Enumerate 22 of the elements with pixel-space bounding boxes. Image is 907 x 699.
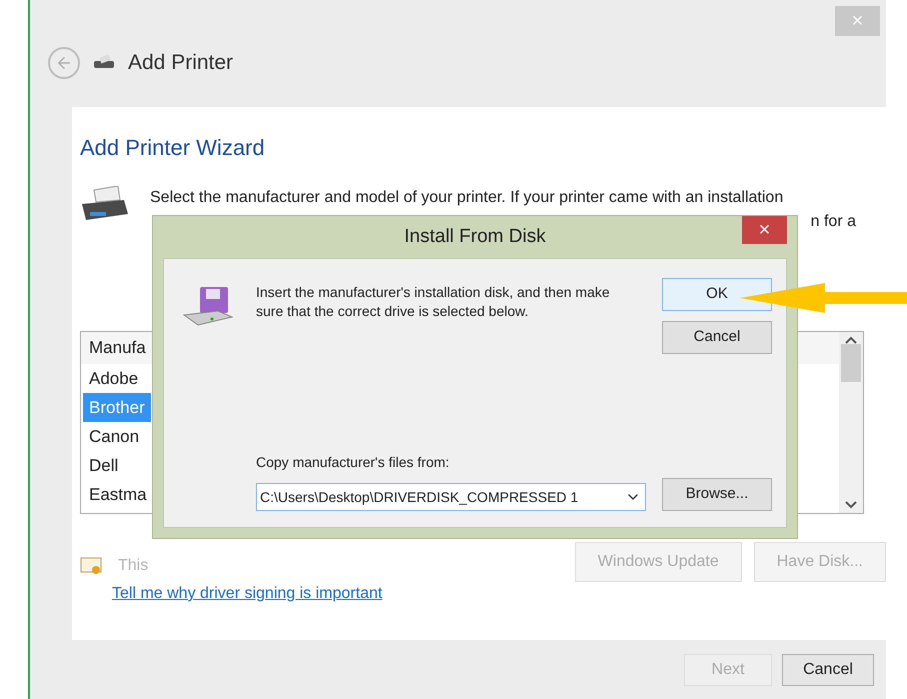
copy-from-label: Copy manufacturer's files from:: [256, 453, 450, 472]
dialog-button[interactable]: OK: [662, 278, 772, 311]
dialog-message: Insert the manufacturer's installation disk, and then make sure that the correct drive is selected below.: [256, 283, 611, 321]
certificate-icon: [80, 557, 102, 575]
printer-icon: [92, 55, 116, 71]
scroll-up-icon[interactable]: [845, 336, 857, 344]
signing-status-text: This: [118, 556, 148, 576]
path-combobox[interactable]: C:\Users\Desktop\DRIVERDISK_COMPRESSED 1: [256, 483, 646, 511]
browse-button[interactable]: Browse...: [662, 478, 772, 511]
description-text: n for a: [810, 212, 856, 232]
wizard-heading: Add Printer Wizard: [80, 134, 266, 162]
dialog-button[interactable]: Cancel: [662, 321, 772, 354]
scroll-down-icon[interactable]: [845, 501, 857, 509]
help-link[interactable]: Tell me why driver signing is important: [112, 585, 382, 602]
description-text: Select the manufacturer and model of your printer. If your printer came with an installation: [150, 188, 784, 208]
dialog-title: Install From Disk: [404, 224, 546, 249]
window-title: Add Printer: [128, 50, 234, 76]
scrollbar[interactable]: [839, 332, 863, 513]
back-button[interactable]: [48, 47, 80, 79]
footer-button[interactable]: Cancel: [782, 654, 874, 686]
scrollbar-thumb[interactable]: [841, 344, 861, 382]
close-button[interactable]: ×: [742, 216, 787, 244]
